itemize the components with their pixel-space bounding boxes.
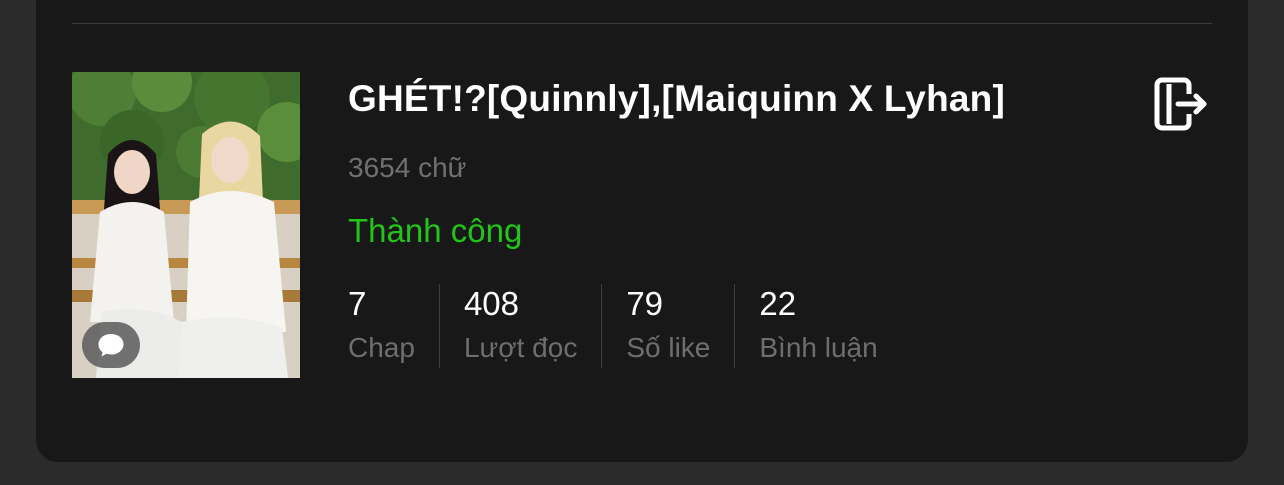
stat-label: Bình luận [759, 332, 878, 363]
stat-value: 79 [626, 285, 664, 322]
divider [72, 23, 1212, 24]
stat-comments: 22 Bình luận [734, 284, 901, 368]
stat-label: Số like [626, 332, 711, 363]
stat-value: 7 [348, 285, 367, 322]
stat-reads: 408 Lượt đọc [438, 284, 601, 368]
status-text: Thành công [348, 212, 523, 249]
stat-likes: 79 Số like [601, 284, 734, 368]
stat-label: Lượt đọc [463, 332, 578, 363]
stats-row: 7 Chap 408 Lượt đọc 79 Số like 22 Bình l… [348, 284, 902, 368]
story-card: GHÉT!?[Quinnly],[Maiquinn X Lyhan] 3654 … [36, 0, 1248, 462]
story-cover-image[interactable] [72, 72, 300, 378]
stat-value: 22 [759, 285, 797, 322]
stat-label: Chap [348, 332, 415, 363]
stat-value: 408 [463, 285, 519, 322]
word-count: 3654 chữ [348, 152, 467, 183]
stat-chapters: 7 Chap [348, 284, 439, 368]
story-title[interactable]: GHÉT!?[Quinnly],[Maiquinn X Lyhan] [348, 78, 1005, 120]
comment-icon[interactable] [82, 322, 140, 368]
exit-icon[interactable] [1152, 76, 1210, 132]
